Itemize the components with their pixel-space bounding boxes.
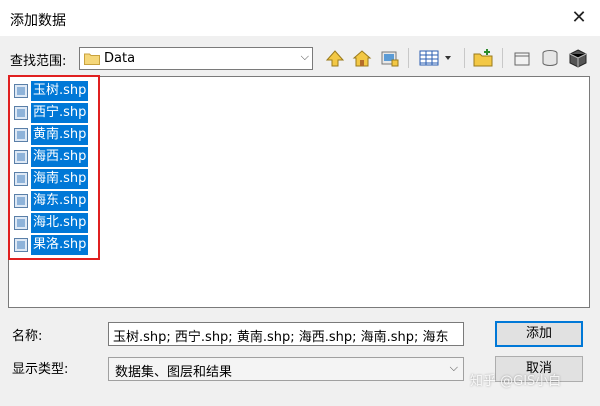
new-item-icon[interactable] <box>510 46 534 70</box>
type-select-value: 数据集、图层和结果 <box>115 365 233 380</box>
new-database-icon[interactable] <box>538 46 562 70</box>
name-label: 名称: <box>12 329 43 344</box>
new-folder-icon[interactable] <box>472 46 496 70</box>
close-icon[interactable]: ✕ <box>566 6 592 30</box>
view-menu-icon[interactable] <box>416 46 456 70</box>
toolbar-separator <box>464 48 465 68</box>
watermark: 知乎 @GIS小白 <box>470 374 562 389</box>
name-input[interactable]: 玉树.shp; 西宁.shp; 黄南.shp; 海西.shp; 海南.shp; … <box>108 322 464 346</box>
selection-highlight-box <box>8 75 100 260</box>
home-icon[interactable] <box>350 46 374 70</box>
toolbar-separator <box>408 48 409 68</box>
toolbar-separator <box>502 48 503 68</box>
chevron-down-icon[interactable]: ⌵ <box>450 361 458 375</box>
type-label: 显示类型: <box>12 362 69 377</box>
new-geodatabase-icon[interactable] <box>566 46 590 70</box>
window-title: 添加数据 <box>10 13 66 29</box>
connect-folder-icon[interactable] <box>378 46 402 70</box>
look-in-value: Data <box>104 51 136 66</box>
chevron-down-icon[interactable]: ⌵ <box>301 50 309 64</box>
title-bar: 添加数据 ✕ <box>0 0 600 36</box>
look-in-label: 查找范围: <box>10 54 67 69</box>
look-in-combo[interactable]: Data ⌵ <box>79 47 313 70</box>
folder-icon <box>84 53 100 65</box>
type-select[interactable]: 数据集、图层和结果 ⌵ <box>108 357 464 381</box>
up-one-level-icon[interactable] <box>323 46 347 70</box>
add-button[interactable]: 添加 <box>495 321 583 347</box>
